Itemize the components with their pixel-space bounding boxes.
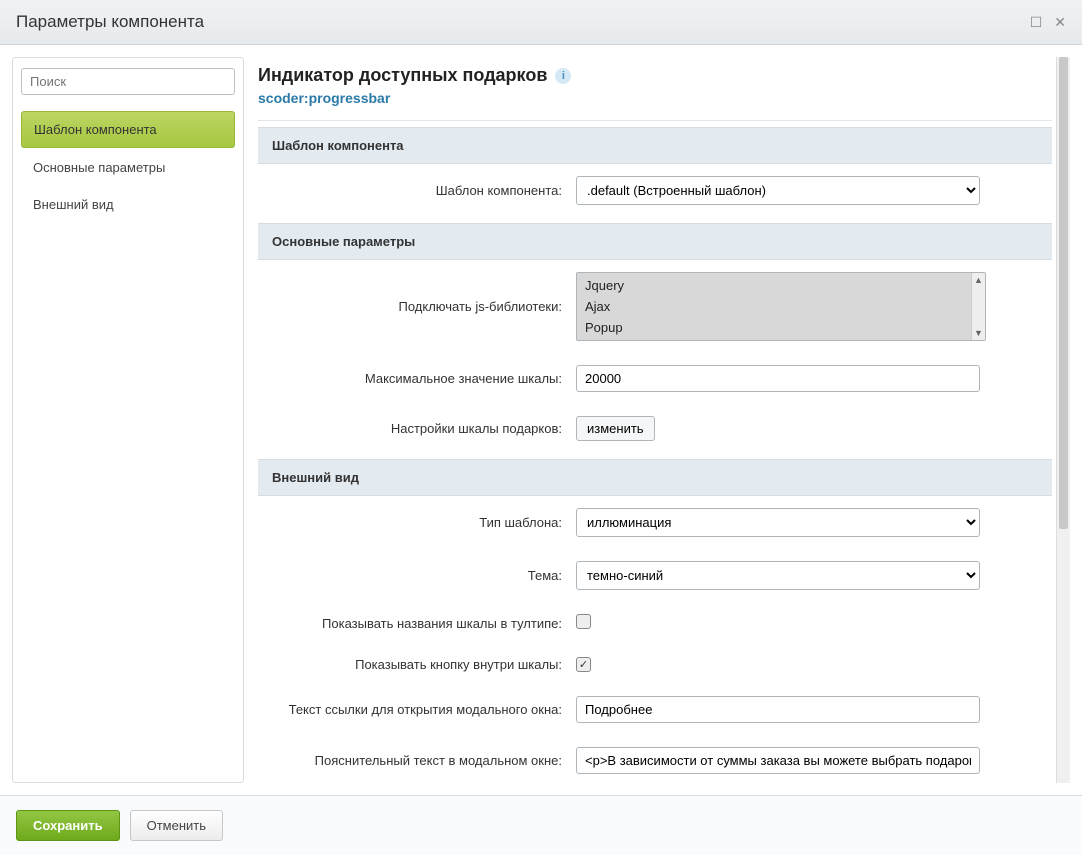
- section-header-main: Основные параметры: [258, 223, 1052, 260]
- sidebar-item-label: Внешний вид: [33, 197, 114, 212]
- select-template[interactable]: .default (Встроенный шаблон): [576, 176, 980, 205]
- multiselect-libs[interactable]: Jquery Ajax Popup ▲ ▼: [576, 272, 986, 341]
- search-input[interactable]: [21, 68, 235, 95]
- input-modal-text[interactable]: [576, 747, 980, 774]
- footer-bar: Сохранить Отменить: [0, 795, 1082, 855]
- maximize-icon[interactable]: ☐: [1030, 14, 1043, 31]
- sidebar-list: Шаблон компонента Основные параметры Вне…: [21, 111, 235, 222]
- row-scale-settings: Настройки шкалы подарков: изменить: [258, 404, 1052, 453]
- change-button[interactable]: изменить: [576, 416, 655, 441]
- row-tooltip-names: Показывать названия шкалы в тултипе:: [258, 602, 1052, 644]
- multiselect-scrollbar[interactable]: ▲ ▼: [971, 273, 985, 340]
- multiselect-option[interactable]: Popup: [579, 317, 969, 338]
- checkbox-tooltip[interactable]: [576, 614, 591, 629]
- label-modal-link: Текст ссылки для открытия модального окн…: [272, 702, 562, 717]
- label-scale-settings: Настройки шкалы подарков:: [272, 421, 562, 436]
- label-modal-text: Пояснительный текст в модальном окне:: [272, 753, 562, 768]
- scroll-up-icon[interactable]: ▲: [972, 273, 985, 287]
- select-theme[interactable]: темно-синий: [576, 561, 980, 590]
- sidebar-item-appearance[interactable]: Внешний вид: [21, 187, 235, 222]
- label-libs: Подключать js-библиотеки:: [272, 299, 562, 314]
- sidebar: Шаблон компонента Основные параметры Вне…: [12, 57, 244, 783]
- checkbox-button-inside[interactable]: ✓: [576, 657, 591, 672]
- content-scroll: Индикатор доступных подарков i scoder:pr…: [258, 57, 1056, 783]
- content-scrollbar[interactable]: [1056, 57, 1070, 783]
- close-icon[interactable]: ✕: [1054, 14, 1066, 31]
- component-code: scoder:progressbar: [258, 90, 1052, 106]
- dialog-window: Параметры компонента ☐ ✕ Шаблон компонен…: [0, 0, 1082, 855]
- multiselect-option[interactable]: Jquery: [579, 275, 969, 296]
- label-theme: Тема:: [272, 568, 562, 583]
- label-template: Шаблон компонента:: [272, 183, 562, 198]
- page-title: Индикатор доступных подарков: [258, 65, 547, 86]
- select-type[interactable]: иллюминация: [576, 508, 980, 537]
- label-type: Тип шаблона:: [272, 515, 562, 530]
- section-header-appearance: Внешний вид: [258, 459, 1052, 496]
- content-area: Индикатор доступных подарков i scoder:pr…: [258, 57, 1070, 783]
- main-area: Шаблон компонента Основные параметры Вне…: [0, 45, 1082, 795]
- row-modal-link: Текст ссылки для открытия модального окн…: [258, 684, 1052, 735]
- label-max: Максимальное значение шкалы:: [272, 371, 562, 386]
- window-title: Параметры компонента: [16, 12, 204, 32]
- info-icon[interactable]: i: [555, 68, 571, 84]
- row-template-type: Тип шаблона: иллюминация: [258, 496, 1052, 549]
- content-header: Индикатор доступных подарков i scoder:pr…: [258, 57, 1052, 121]
- multiselect-option[interactable]: Ajax: [579, 296, 969, 317]
- title-bar: Параметры компонента ☐ ✕: [0, 0, 1082, 45]
- row-button-inside: Показывать кнопку внутри шкалы: ✓: [258, 644, 1052, 684]
- row-js-libs: Подключать js-библиотеки: Jquery Ajax Po…: [258, 260, 1052, 353]
- row-modal-text: Пояснительный текст в модальном окне:: [258, 735, 1052, 783]
- label-tooltip: Показывать названия шкалы в тултипе:: [272, 616, 562, 631]
- input-max-value[interactable]: [576, 365, 980, 392]
- cancel-button[interactable]: Отменить: [130, 810, 223, 841]
- row-theme: Тема: темно-синий: [258, 549, 1052, 602]
- row-template-select: Шаблон компонента: .default (Встроенный …: [258, 164, 1052, 217]
- row-max-value: Максимальное значение шкалы:: [258, 353, 1052, 404]
- scrollbar-thumb[interactable]: [1059, 57, 1068, 529]
- scroll-down-icon[interactable]: ▼: [972, 326, 985, 340]
- input-modal-link[interactable]: [576, 696, 980, 723]
- section-header-template: Шаблон компонента: [258, 127, 1052, 164]
- sidebar-item-label: Основные параметры: [33, 160, 165, 175]
- sidebar-item-label: Шаблон компонента: [34, 122, 157, 137]
- sidebar-item-main[interactable]: Основные параметры: [21, 150, 235, 185]
- title-bar-controls: ☐ ✕: [1030, 14, 1066, 31]
- save-button[interactable]: Сохранить: [16, 810, 120, 841]
- multiselect-list: Jquery Ajax Popup: [577, 273, 971, 340]
- label-button-inside: Показывать кнопку внутри шкалы:: [272, 657, 562, 672]
- sidebar-item-template[interactable]: Шаблон компонента: [21, 111, 235, 148]
